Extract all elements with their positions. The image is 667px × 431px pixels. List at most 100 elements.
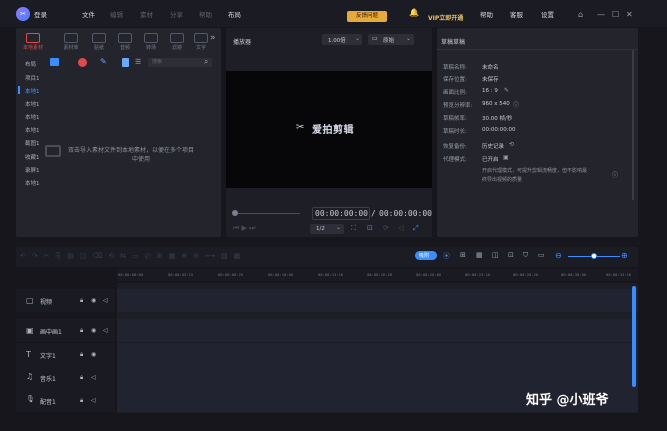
grid-icon[interactable]: ▦ [476, 251, 483, 259]
bell-icon[interactable]: 🔔 [409, 8, 419, 17]
close-icon[interactable]: ✕ [626, 10, 633, 19]
screenshot-icon[interactable]: ⊡ [367, 224, 373, 232]
lock-icon[interactable]: 🔒︎ [80, 351, 83, 359]
lock-icon[interactable]: 🔒︎ [80, 374, 83, 382]
search-input[interactable]: 搜索 [148, 58, 212, 67]
time-separator: / [371, 209, 376, 218]
eye-icon[interactable]: ◉ [91, 351, 96, 358]
pip-track-icon: ▣ [26, 326, 34, 335]
mute-icon[interactable]: ◁ [91, 374, 96, 381]
progress-handle[interactable] [232, 210, 238, 216]
split-view-icon[interactable]: ◫ [492, 251, 499, 259]
search-icon[interactable]: ⌕ [204, 57, 208, 67]
mute-icon[interactable]: ◁ [91, 397, 96, 404]
caption-icon[interactable]: ▭ [538, 251, 545, 259]
track-row[interactable] [117, 366, 638, 389]
track-name: 文字1 [40, 353, 56, 360]
track-row[interactable] [117, 289, 638, 312]
preview-icon[interactable]: ⊡ [508, 251, 514, 259]
play-controls[interactable]: ⏮ ▶ ⏭ [233, 224, 255, 233]
tree-item[interactable]: 本地1 [25, 100, 40, 108]
filter-icon[interactable] [170, 33, 184, 43]
fullscreen-icon[interactable]: ⤢ [413, 224, 419, 233]
list-view-icon[interactable]: ☰ [135, 58, 141, 66]
tree-item[interactable]: 本地1 [25, 126, 40, 134]
zhihu-watermark: 知乎 @小班爷 [526, 393, 609, 408]
settings-link[interactable]: 设置 [541, 9, 554, 19]
volume-icon[interactable]: ◁ [398, 224, 403, 232]
eye-icon[interactable]: ◉ [91, 297, 96, 304]
feedback-button[interactable]: 反馈问题 [347, 11, 387, 22]
folder-header: 布局 [25, 62, 37, 68]
tree-item-active[interactable]: 本地1 [25, 87, 40, 95]
snap-toggle[interactable]: 吸附 [415, 251, 437, 260]
shield-icon[interactable]: ⛉ [523, 251, 528, 260]
menu-share[interactable]: 分享 [170, 9, 183, 19]
proxy-toggle-icon[interactable]: ▣ [503, 154, 509, 161]
lock-icon[interactable]: 🔒︎ [80, 397, 83, 405]
local-material-icon[interactable] [26, 33, 40, 43]
player-title: 播放器 [233, 39, 252, 46]
tool-label-local: 本地素材 [22, 45, 43, 51]
tree-item[interactable]: 截图1 [25, 139, 40, 147]
maximize-icon[interactable]: ☐ [612, 10, 619, 19]
record-icon[interactable] [78, 58, 87, 67]
lock-icon[interactable]: 🔒︎ [80, 327, 83, 335]
menu-edit[interactable]: 编辑 [110, 9, 123, 19]
help-link[interactable]: 帮助 [480, 9, 493, 19]
zoom-slider-handle[interactable] [591, 253, 597, 259]
ratio-select[interactable]: ▭ 原始 ⌄ [368, 34, 414, 45]
folder-icon[interactable] [50, 58, 59, 66]
audio-icon[interactable] [118, 33, 132, 43]
info-icon[interactable]: ⓘ [513, 100, 519, 109]
edit-icon[interactable]: ✎ [504, 87, 509, 94]
vip-button[interactable]: VIP立即开通 [428, 13, 463, 22]
speed-select[interactable]: 1.00倍 ⌄ [322, 34, 362, 45]
current-time: 00:00:00:00 [315, 209, 368, 218]
more-tools-icon[interactable]: » [210, 33, 216, 43]
history-link[interactable]: 历史记录 [482, 142, 504, 150]
lock-icon[interactable]: 🔒︎ [80, 297, 83, 305]
tree-item[interactable]: 项目1 [25, 74, 40, 82]
brush-icon[interactable]: ✎ [100, 57, 107, 66]
eye-icon[interactable]: ◉ [91, 327, 96, 334]
fit-icon[interactable]: ⛶ [351, 224, 356, 233]
quality-select[interactable]: 1/2 ⌄ [310, 224, 344, 234]
prop-value: 已开启 [482, 157, 499, 163]
library-icon[interactable] [64, 33, 78, 43]
tree-item[interactable]: 本地1 [25, 113, 40, 121]
service-link[interactable]: 客服 [510, 9, 523, 19]
tree-item[interactable]: 收藏1 [25, 153, 40, 161]
menu-material[interactable]: 素材 [140, 9, 153, 19]
track-row[interactable] [117, 343, 638, 366]
tool-label-transition: 转场 [145, 45, 156, 51]
minimize-icon[interactable]: — [597, 10, 605, 19]
mute-icon[interactable]: ◁ [103, 327, 108, 334]
prop-value: 30.00 帧/秒 [482, 116, 513, 122]
edit-tools-icons[interactable]: ↶↷✂⎘▤◫⌫⟲⇆▭◴⊞▦⊕⊖⟷▨▩ [20, 252, 246, 261]
mute-icon[interactable]: ◁ [103, 297, 108, 304]
tree-item[interactable]: 录屏1 [25, 166, 40, 174]
sticker-icon[interactable] [92, 33, 106, 43]
track-row[interactable] [117, 319, 638, 342]
track-view-icon[interactable]: ⊞ [460, 251, 466, 259]
text-tool-icon[interactable] [194, 33, 208, 43]
loop-icon[interactable]: ⟳ [383, 224, 389, 232]
home-icon[interactable]: ⌂ [578, 10, 583, 19]
history-icon[interactable]: ⟲ [509, 141, 514, 148]
login-link[interactable]: 登录 [34, 9, 47, 19]
menu-file[interactable]: 文件 [82, 9, 95, 19]
zoom-in-icon[interactable]: ⊕ [621, 251, 628, 260]
transition-icon[interactable] [144, 33, 158, 43]
info-icon[interactable]: ⓘ [612, 170, 618, 179]
zoom-out-icon[interactable]: ⊖ [555, 251, 562, 260]
menu-help[interactable]: 帮助 [199, 9, 212, 19]
draft-panel [437, 28, 638, 237]
draft-scrollbar[interactable] [632, 50, 634, 200]
progress-track[interactable] [234, 213, 300, 214]
timeline-scrollbar[interactable] [632, 286, 636, 387]
import-folder-icon[interactable] [45, 145, 61, 157]
file-icon[interactable] [122, 58, 129, 67]
tree-item[interactable]: 本地1 [25, 179, 40, 187]
magnet-icon[interactable]: ⦿ [443, 251, 450, 261]
